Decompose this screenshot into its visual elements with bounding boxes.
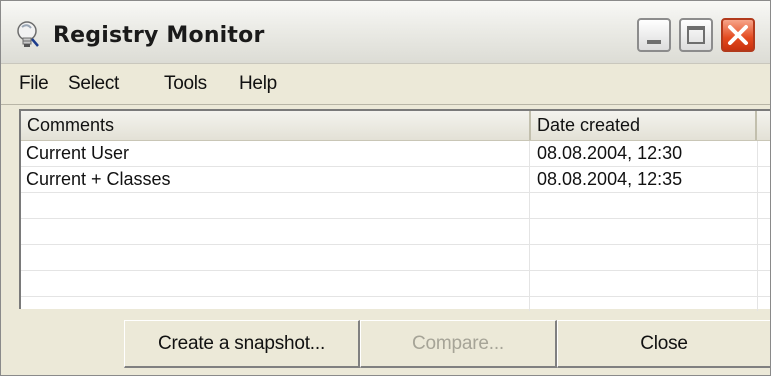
list-header: Comments Date created — [21, 111, 770, 141]
empty-row — [21, 245, 770, 271]
empty-row — [21, 193, 770, 219]
menu-file[interactable]: File — [19, 73, 49, 95]
table-row[interactable]: Current + Classes 08.08.2004, 12:35 — [21, 167, 770, 193]
close-icon — [728, 25, 748, 45]
snapshot-list[interactable]: Comments Date created Current User 08.08… — [19, 109, 770, 311]
menu-tools[interactable]: Tools — [164, 73, 207, 95]
column-header-date-created[interactable]: Date created — [531, 111, 757, 140]
column-header-comments[interactable]: Comments — [21, 111, 531, 140]
table-row[interactable]: Current User 08.08.2004, 12:30 — [21, 141, 770, 167]
row-date: 08.08.2004, 12:30 — [537, 143, 683, 163]
maximize-icon — [687, 26, 705, 44]
row-comment: Current + Classes — [26, 169, 171, 189]
close-window-button[interactable] — [721, 18, 755, 52]
row-comment: Current User — [26, 143, 130, 163]
title-bar[interactable]: Registry Monitor — [1, 1, 770, 64]
create-snapshot-button[interactable]: Create a snapshot... — [124, 320, 360, 368]
minimize-icon — [647, 40, 661, 44]
registry-monitor-window: Registry Monitor File Select Tools Help … — [0, 0, 771, 376]
window-title: Registry Monitor — [53, 23, 265, 48]
button-bar: Create a snapshot... Compare... Close — [1, 311, 770, 375]
empty-row — [21, 271, 770, 297]
menu-select[interactable]: Select — [68, 73, 119, 95]
menu-bar: File Select Tools Help — [1, 64, 770, 105]
compare-button[interactable]: Compare... — [360, 320, 557, 368]
empty-row — [21, 219, 770, 245]
maximize-button[interactable] — [679, 18, 713, 52]
registry-monitor-app-icon — [17, 21, 39, 47]
row-date: 08.08.2004, 12:35 — [537, 169, 683, 189]
minimize-button[interactable] — [637, 18, 671, 52]
close-button[interactable]: Close — [557, 320, 770, 368]
menu-help[interactable]: Help — [239, 73, 277, 95]
